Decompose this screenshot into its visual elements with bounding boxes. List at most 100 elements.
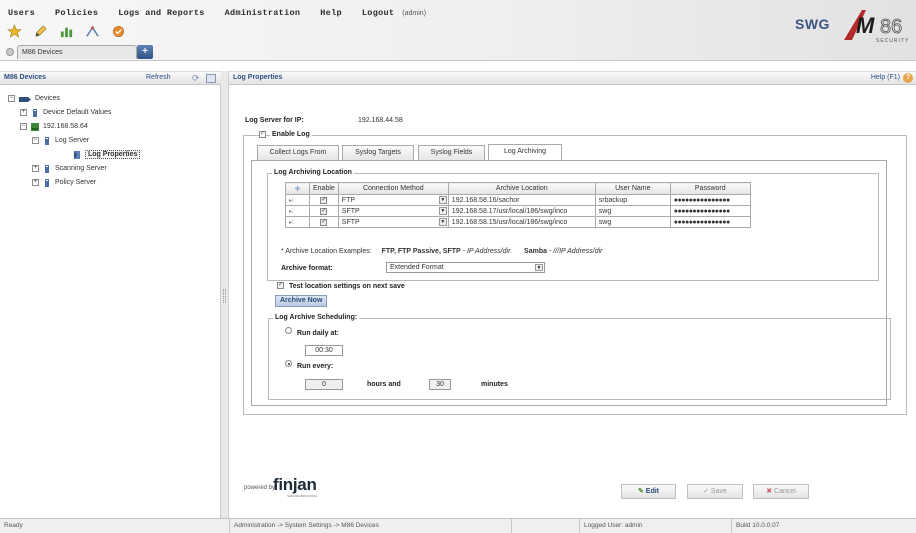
hours-input[interactable]: 0 xyxy=(305,379,343,390)
archive-location-examples: * Archive Location Examples: FTP, FTP Pa… xyxy=(281,248,603,255)
table-row[interactable]: ▸⁞ ✓ FTP ▼ 192.168.58.16/sachor srbackup … xyxy=(285,194,751,206)
row-enable-checkbox[interactable]: ✓ xyxy=(320,219,328,226)
minutes-input[interactable]: 30 xyxy=(429,379,451,390)
status-build: Build 10.0.0.07 xyxy=(731,519,916,533)
close-icon: ✖ xyxy=(766,488,773,495)
user-name-cell[interactable]: swg xyxy=(594,216,671,228)
user-name-cell[interactable]: swg xyxy=(594,205,671,217)
tab-status-dot xyxy=(6,47,14,56)
device-defaults-icon xyxy=(31,108,39,117)
menu-logs-and-reports[interactable]: Logs and Reports xyxy=(118,8,204,18)
connection-method-select[interactable]: SFTP ▼ xyxy=(337,216,449,228)
status-breadcrumb: Administration -> System Settings -> M86… xyxy=(229,519,511,533)
enable-log-checkbox[interactable]: ✓ xyxy=(259,131,266,138)
archive-location-cell[interactable]: 192.168.58.16/sachor xyxy=(447,194,596,206)
tree-node-appliance[interactable]: − 192.168.58.64 xyxy=(20,121,88,132)
chevron-down-icon[interactable]: ▼ xyxy=(438,207,447,215)
tree-node-log-properties[interactable]: Log Properties xyxy=(73,149,141,160)
pencil-icon[interactable] xyxy=(32,24,49,39)
tree-node-log-server[interactable]: − Log Server xyxy=(32,135,89,146)
drag-handle-icon[interactable]: ▸⁞ xyxy=(289,209,294,215)
appliance-icon xyxy=(31,122,39,131)
chart-icon[interactable] xyxy=(58,24,75,39)
table-row[interactable]: ▸⁞ ✓ SFTP ▼ 192.168.58.17/usr/local/186/s… xyxy=(285,205,751,217)
connection-method-select[interactable]: SFTP ▼ xyxy=(337,205,449,217)
tree-node-devices[interactable]: − Devices xyxy=(8,93,60,104)
tree-node-scanning-server[interactable]: + Scanning Server xyxy=(32,163,107,174)
tab-syslog-fields[interactable]: Syslog Fields xyxy=(418,145,485,160)
archive-location-cell[interactable]: 192.168.58.15/usr/local/186/swg/inco xyxy=(447,216,596,228)
row-enable-checkbox[interactable]: ✓ xyxy=(320,197,328,204)
add-row-icon[interactable]: ✚ xyxy=(295,186,301,193)
properties-icon xyxy=(73,150,81,159)
run-every-radio[interactable] xyxy=(285,360,292,367)
chevron-down-icon[interactable]: ▼ xyxy=(438,196,447,204)
archive-location-cell[interactable]: 192.168.58.17/usr/local/186/swg/inco xyxy=(447,205,596,217)
archive-locations-table: ✚ Enable Connection Method Archive Locat… xyxy=(285,182,751,228)
password-cell[interactable]: ●●●●●●●●●●●●●●● xyxy=(669,205,751,217)
m86-logo: M 86 SECURITY xyxy=(844,10,908,44)
drag-handle-icon[interactable]: ▸⁞ xyxy=(289,220,294,226)
pane-toggle-icon[interactable] xyxy=(206,74,216,83)
row-handle[interactable]: ▸⁞ xyxy=(285,216,310,228)
refresh-link[interactable]: Refresh xyxy=(146,74,171,81)
tree-node-device-default-values[interactable]: + Device Default Values xyxy=(20,107,111,118)
splitter-grip[interactable] xyxy=(223,289,226,303)
server-icon xyxy=(43,136,51,145)
menu-help[interactable]: Help xyxy=(320,8,342,18)
badge-icon[interactable] xyxy=(110,24,127,39)
tab-collect-logs-from[interactable]: Collect Logs From xyxy=(257,145,339,160)
connection-method-select[interactable]: FTP ▼ xyxy=(337,194,449,206)
panel-splitter[interactable] xyxy=(221,71,229,518)
table-row[interactable]: ▸⁞ ✓ SFTP ▼ 192.168.58.15/usr/local/186/s… xyxy=(285,216,751,228)
chevron-down-icon[interactable]: ▼ xyxy=(438,218,447,226)
test-location-checkbox[interactable]: ✓ xyxy=(277,282,284,289)
drag-handle-icon[interactable]: ▸⁞ xyxy=(289,198,294,204)
col-header-add[interactable]: ✚ xyxy=(285,182,310,195)
tab-log-archiving[interactable]: Log Archiving xyxy=(488,144,562,160)
row-enable-cell[interactable]: ✓ xyxy=(309,194,339,206)
password-cell[interactable]: ●●●●●●●●●●●●●●● xyxy=(669,216,751,228)
archive-now-button[interactable]: Archive Now xyxy=(275,295,328,307)
help-icon[interactable]: ? xyxy=(903,73,913,83)
archive-format-select[interactable]: Extended Format ▼ xyxy=(386,262,545,273)
menu-logout[interactable]: Logout xyxy=(362,8,394,18)
archive-format-label: Archive format: xyxy=(281,265,333,272)
menu-users[interactable]: Users xyxy=(8,8,35,18)
collapse-icon[interactable]: − xyxy=(20,123,27,130)
finjan-tagline: SECURE BROWSING xyxy=(287,494,318,498)
star-icon[interactable] xyxy=(6,24,23,39)
server-icon xyxy=(43,178,51,187)
tab-m86-devices[interactable]: M86 Devices xyxy=(17,44,137,59)
log-server-label: Log Server for IP: xyxy=(245,117,304,124)
tree-node-policy-server[interactable]: + Policy Server xyxy=(32,177,96,188)
user-name-cell[interactable]: srbackup xyxy=(594,194,671,206)
tab-syslog-targets[interactable]: Syslog Targets xyxy=(342,145,414,160)
col-header-enable: Enable xyxy=(309,182,339,195)
collapse-icon[interactable]: − xyxy=(8,95,15,102)
menu-policies[interactable]: Policies xyxy=(55,8,98,18)
expand-icon[interactable]: + xyxy=(32,179,39,186)
add-tab-button[interactable]: + xyxy=(137,44,153,59)
save-button[interactable]: ✓ Save xyxy=(687,484,743,499)
help-link[interactable]: Help (F1) xyxy=(871,74,900,81)
run-daily-time-input[interactable]: 00:30 xyxy=(305,345,343,356)
devices-icon xyxy=(19,95,31,103)
refresh-icon[interactable]: ⟳ xyxy=(192,73,200,84)
run-daily-radio[interactable] xyxy=(285,327,292,334)
row-handle[interactable]: ▸⁞ xyxy=(285,194,310,206)
expand-icon[interactable]: + xyxy=(32,165,39,172)
collapse-icon[interactable]: − xyxy=(32,137,39,144)
right-panel-title: Log Properties xyxy=(233,74,283,81)
row-enable-checkbox[interactable]: ✓ xyxy=(320,208,328,215)
signal-icon[interactable] xyxy=(84,24,101,39)
edit-button[interactable]: ✎ Edit xyxy=(621,484,676,499)
row-enable-cell[interactable]: ✓ xyxy=(309,216,339,228)
expand-icon[interactable]: + xyxy=(20,109,27,116)
menu-administration[interactable]: Administration xyxy=(225,8,301,18)
row-enable-cell[interactable]: ✓ xyxy=(309,205,339,217)
chevron-down-icon[interactable]: ▼ xyxy=(535,264,543,271)
password-cell[interactable]: ●●●●●●●●●●●●●●● xyxy=(669,194,751,206)
row-handle[interactable]: ▸⁞ xyxy=(285,205,310,217)
cancel-button[interactable]: ✖ Cancel xyxy=(753,484,809,499)
